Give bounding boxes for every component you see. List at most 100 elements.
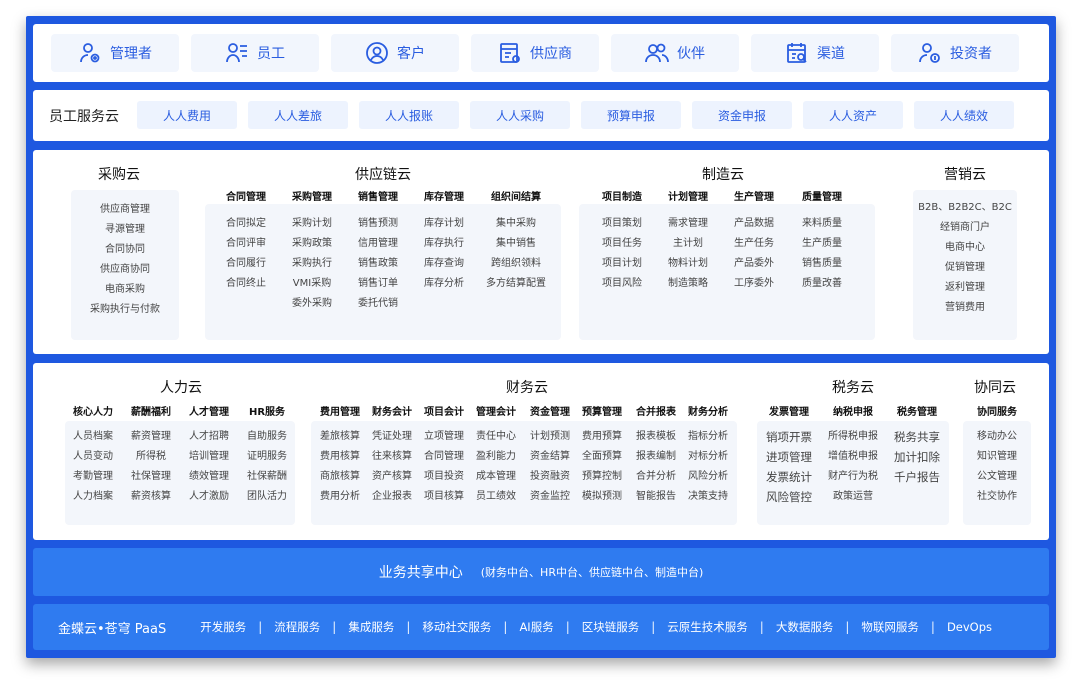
list-item: 成本管理 [476,471,516,482]
list-item: 促销管理 [945,262,985,273]
employee-tab[interactable]: 人人资产 [803,101,903,129]
supply-chain-col: 集中采购 集中销售 跨组织领料 多方结算配置 [479,214,553,294]
separator: | [503,620,508,634]
manager-icon [80,43,100,63]
list-item [885,487,949,507]
role-label: 客户 [397,46,425,62]
manufacturing-col: 来料质量 生产质量 销售质量 质量改善 [787,214,857,294]
collab-title: 协同云 [974,380,1016,396]
list-item: 合同履行 [226,258,266,269]
column-header: HR服务 [248,407,286,418]
separator: | [565,620,570,634]
finance-col: 凭证处理 往来核算 资产核算 企业报表 [365,427,419,507]
list-item: 千户报告 [894,470,940,484]
employee-tab[interactable]: 人人采购 [470,101,570,129]
column-header: 费用管理 [320,407,360,418]
list-item: 投资融资 [530,471,570,482]
architecture-frame: 管理者 员工 客户 供应商 伙伴 渠道 投资者 员工服务云 人人费用 人人差旅 … [26,16,1056,658]
role-employee[interactable]: 员工 [191,34,319,72]
investor-icon [919,43,940,63]
column-header: 合同管理 [226,192,266,203]
list-item: 寻源管理 [105,224,145,235]
role-customer[interactable]: 客户 [331,34,459,72]
role-supplier[interactable]: 供应商 [471,34,599,72]
list-item: 信用管理 [358,238,398,249]
manufacturing-col: 项目策划 项目任务 项目计划 项目风险 [587,214,657,294]
column-header: 库存管理 [424,192,464,203]
list-item: 需求管理 [668,218,708,229]
list-item: 生产任务 [734,238,774,249]
paas-service[interactable]: AI服务 [519,619,553,635]
role-label: 投资者 [950,46,992,62]
list-item: 营销费用 [945,302,985,313]
list-item: 库存分析 [424,278,464,289]
list-item: 采购政策 [292,238,332,249]
paas-service[interactable]: 大数据服务 [776,619,834,635]
supply-chain-title: 供应链云 [355,167,411,183]
list-item: 决策支持 [688,491,728,502]
column-header: 财务分析 [688,407,728,418]
column-header: 质量管理 [802,192,842,203]
column-header: 税务管理 [897,407,937,418]
role-partner[interactable]: 伙伴 [611,34,739,72]
list-item: 销售订单 [358,278,398,289]
employee-tab[interactable]: 人人绩效 [914,101,1014,129]
paas-service[interactable]: 集成服务 [348,619,394,635]
employee-tab[interactable]: 预算申报 [581,101,681,129]
role-manager[interactable]: 管理者 [51,34,179,72]
list-item: 所得税 [136,451,166,462]
list-item: 薪资核算 [131,491,171,502]
paas-service[interactable]: 物联网服务 [861,619,919,635]
list-item: 生产质量 [802,238,842,249]
paas-service[interactable]: DevOps [947,620,992,634]
column-header: 管理会计 [476,407,516,418]
hr-col: 人才招聘 培训管理 绩效管理 人才激励 [179,427,239,507]
employee-tab[interactable]: 资金申报 [692,101,792,129]
supply-chain-col: 合同拟定 合同评审 合同履行 合同终止 [211,214,281,294]
employee-tab[interactable]: 人人费用 [137,101,237,129]
list-item: 培训管理 [189,451,229,462]
collab-col: 移动办公 知识管理 公文管理 社交协作 [963,427,1031,507]
list-item: 人力档案 [73,491,113,502]
list-item: 报表编制 [636,451,676,462]
finance-col: 报表模板 报表编制 合并分析 智能报告 [629,427,683,507]
column-header: 纳税申报 [833,407,873,418]
list-item: 库存计划 [424,218,464,229]
list-item: 电商采购 [105,284,145,295]
employee-icon [226,43,247,63]
separator: | [759,620,764,634]
employee-service-panel: 员工服务云 人人费用 人人差旅 人人报账 人人采购 预算申报 资金申报 人人资产… [33,90,1049,141]
paas-service[interactable]: 流程服务 [274,619,320,635]
list-item: 差旅核算 [320,431,360,442]
procurement-list: 供应商管理 寻源管理 合同协同 供应商协同 电商采购 采购执行与付款 [70,200,180,320]
list-item: 项目任务 [602,238,642,249]
paas-service[interactable]: 移动社交服务 [422,619,491,635]
paas-service[interactable]: 云原生技术服务 [667,619,748,635]
list-item: 证明服务 [247,451,287,462]
list-item: 供应商管理 [100,204,150,215]
list-item: 主计划 [673,238,703,249]
paas-service[interactable]: 区块链服务 [582,619,640,635]
list-item: 采购执行与付款 [90,304,160,315]
business-cloud-panel: 采购云 供应商管理 寻源管理 合同协同 供应商协同 电商采购 采购执行与付款 供… [33,150,1049,354]
list-item: 来料质量 [802,218,842,229]
column-header: 预算管理 [582,407,622,418]
list-item: 质量改善 [802,278,842,289]
list-item: 销售预测 [358,218,398,229]
paas-service[interactable]: 开发服务 [200,619,246,635]
list-item: 委托代销 [358,298,398,309]
role-label: 渠道 [817,46,845,62]
employee-tab[interactable]: 人人差旅 [248,101,348,129]
partner-icon [645,43,669,63]
supplier-icon [500,43,520,63]
role-investor[interactable]: 投资者 [891,34,1019,72]
list-item: 公文管理 [977,471,1017,482]
role-channel[interactable]: 渠道 [751,34,879,72]
column-header: 薪酬福利 [131,407,171,418]
manufacturing-title: 制造云 [702,167,744,183]
role-label: 供应商 [530,46,572,62]
list-item: 项目计划 [602,258,642,269]
employee-tab[interactable]: 人人报账 [359,101,459,129]
column-header: 资金管理 [530,407,570,418]
list-item: 供应商协同 [100,264,150,275]
